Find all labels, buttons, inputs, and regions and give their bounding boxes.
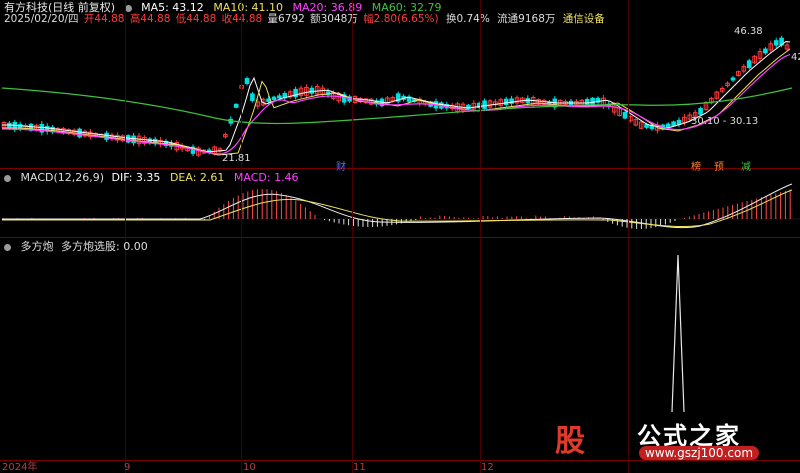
high-price-label: 46.38: [734, 26, 763, 37]
candle-body: [12, 121, 18, 131]
indicator-series: [671, 254, 685, 413]
macd-value: MACD: 1.46: [233, 171, 299, 184]
watermark-url: www.gszj100.com: [639, 446, 760, 460]
time-axis-month: 10: [243, 462, 256, 473]
candle-body: [250, 93, 255, 101]
candle-body: [482, 100, 487, 109]
time-axis-year: 2024年: [2, 462, 38, 473]
macd-dif: DIF: 3.35: [111, 171, 161, 184]
ma20-line: [2, 53, 791, 155]
candle-body: [763, 48, 768, 54]
macd-header: MACD(12,26,9) DIF: 3.35 DEA: 2.61 MACD: …: [4, 171, 305, 184]
time-axis-month: 11: [353, 462, 366, 473]
candle-body: [7, 122, 12, 129]
candle-body: [584, 98, 590, 105]
indicator-spike: [671, 254, 685, 413]
month-divider: [241, 0, 242, 473]
month-divider: [480, 0, 481, 473]
macd-dea: DEA: 2.61: [169, 171, 225, 184]
candle-body: [644, 124, 649, 128]
watermark: 股 公式之家 www.gszj100.com: [555, 416, 779, 464]
candle-body: [730, 77, 736, 81]
month-divider: [125, 0, 126, 473]
time-axis-month: 12: [481, 462, 494, 473]
candle-body: [773, 40, 779, 46]
panel-divider-macd[interactable]: [0, 168, 800, 169]
macd-settings-icon[interactable]: [4, 175, 11, 182]
candle-body: [746, 60, 752, 69]
candle-body: [665, 123, 671, 128]
indicator-title[interactable]: 多方炮: [21, 240, 54, 253]
candle-body: [698, 108, 703, 115]
candle-body: [676, 119, 682, 125]
panel-divider-indicator[interactable]: [0, 237, 800, 238]
month-divider: [352, 0, 353, 473]
macd-title[interactable]: MACD(12,26,9): [21, 171, 105, 184]
candle-body: [77, 128, 82, 138]
indicator-settings-icon[interactable]: [4, 244, 11, 251]
right-edge-price: 42: [791, 52, 800, 63]
indicator-header: 多方炮 多方炮选股: 0.00: [4, 240, 154, 253]
range-label: 30.10 - 30.13: [691, 116, 759, 127]
event-marker-reduction[interactable]: 减: [740, 158, 752, 173]
event-marker-ranking[interactable]: 榜: [690, 158, 702, 173]
event-marker-financial[interactable]: 财: [335, 158, 347, 173]
candle-body: [503, 98, 509, 106]
candle-body: [309, 87, 315, 94]
candle-body: [244, 78, 250, 84]
candle-body: [233, 103, 239, 108]
candle-body: [277, 95, 282, 99]
event-marker-forecast[interactable]: 预: [713, 158, 725, 173]
candle-body: [671, 121, 676, 127]
candle-body: [622, 111, 628, 119]
low-price-label: 21.81: [222, 153, 251, 164]
macd-dea-line: [2, 189, 793, 228]
watermark-logo: 股: [555, 424, 585, 459]
time-axis-month: 9: [124, 462, 131, 473]
candle-body: [271, 96, 277, 101]
month-divider: [628, 0, 629, 473]
candle-body: [590, 97, 595, 105]
macd-series: [0, 183, 800, 229]
indicator-value: 多方炮选股: 0.00: [61, 240, 148, 253]
